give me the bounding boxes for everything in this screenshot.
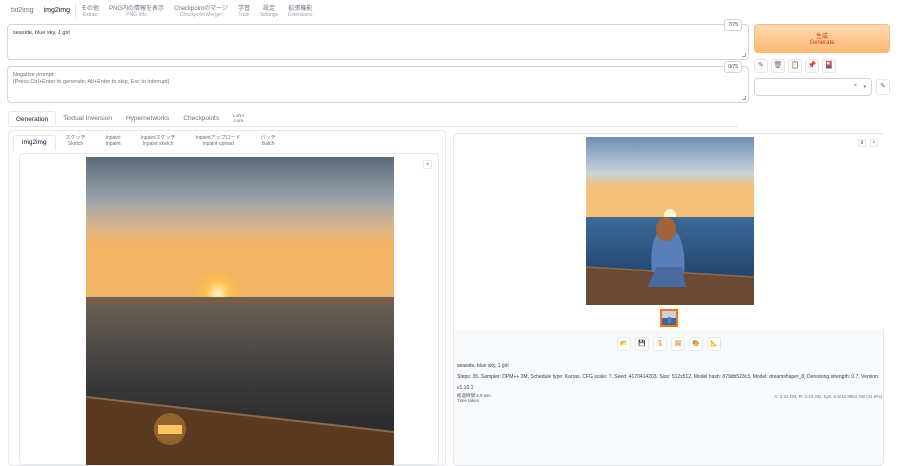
- negative-prompt-field[interactable]: Negative prompt (Press Ctrl+Enter to gen…: [7, 61, 749, 103]
- tab-extensions-en: Extensions: [288, 12, 313, 18]
- download-icon[interactable]: ⬇: [858, 139, 866, 147]
- tab-extras[interactable]: その他 Extras: [76, 0, 104, 18]
- tab-train-en: Train: [238, 12, 250, 18]
- tab-batch-en: Batch: [261, 140, 275, 147]
- save-icon[interactable]: 💾: [635, 337, 649, 351]
- paint-brush-icon[interactable]: ✎: [754, 59, 768, 73]
- image-upload-canvas[interactable]: ×: [19, 153, 439, 465]
- send-to-extras-icon[interactable]: 📐: [707, 337, 721, 351]
- pin-icon[interactable]: 📌: [805, 59, 819, 73]
- prompt-field[interactable]: seaside, blue sky, 1 girl 7/75: [7, 19, 749, 60]
- tab-checkpoints[interactable]: Checkpoints: [176, 111, 226, 126]
- generation-info: seaside, blue sky, 1 girl Steps: 35, Sam…: [457, 361, 882, 394]
- tab-settings[interactable]: 設定 Settings: [255, 0, 283, 18]
- tab-img2img-label: img2img: [43, 7, 71, 14]
- top-nav: txt2img img2img その他 Extras PNG内の情報を表示 PNG …: [0, 0, 900, 22]
- memory-usage: A: 3.31 GB, R: 3.23 GB, Sys: 6.6/15.9961…: [774, 394, 882, 399]
- resize-handle[interactable]: [742, 96, 746, 100]
- source-image: [86, 157, 394, 465]
- tab-settings-en: Settings: [259, 12, 279, 18]
- tab-png-info-en: PNG Info: [126, 12, 147, 18]
- tab-sketch-en: Sketch: [67, 140, 84, 147]
- prompt-text: seaside, blue sky, 1 girl: [13, 30, 70, 36]
- apply-style-button[interactable]: ✎: [876, 79, 890, 95]
- result-image[interactable]: [586, 137, 754, 305]
- styles-dropdown[interactable]: × ▾: [754, 78, 872, 96]
- tab-checkpoint-merger-en: Checkpoint Merger: [179, 12, 223, 18]
- send-to-img2img-icon[interactable]: 🖼: [671, 337, 685, 351]
- tab-inpaint-upload-en: Inpaint upload: [202, 140, 234, 147]
- chevron-down-icon[interactable]: ▾: [863, 84, 866, 90]
- close-icon[interactable]: ×: [870, 139, 878, 147]
- extra-networks-icon[interactable]: 🎴: [822, 59, 836, 73]
- open-folder-icon[interactable]: 📂: [617, 337, 631, 351]
- tab-checkpoint-merger[interactable]: Checkpointのマージ Checkpoint Merger: [169, 0, 233, 18]
- clear-icon[interactable]: ×: [853, 83, 857, 89]
- img2img-mode-tabs: img2img スケッチ Sketch Inpaint Inpaint Inpain…: [13, 135, 286, 151]
- tab-train[interactable]: 学習 Train: [233, 0, 255, 18]
- send-to-inpaint-icon[interactable]: 🎨: [689, 337, 703, 351]
- tab-txt2img-label: txt2img: [11, 7, 34, 14]
- info-parameters: Steps: 35, Sampler: DPM++ 2M, Schedule t…: [457, 374, 880, 391]
- negative-prompt-token-counter: 0/75: [724, 61, 742, 73]
- zip-icon[interactable]: 🗜: [653, 337, 667, 351]
- prompt-token-counter: 7/75: [724, 19, 742, 31]
- tab-inpaint[interactable]: Inpaint Inpaint: [96, 135, 131, 151]
- tab-extensions[interactable]: 拡張機能 Extensions: [283, 0, 317, 18]
- tab-batch[interactable]: バッチ Batch: [251, 135, 286, 151]
- tab-png-info[interactable]: PNG内の情報を表示 PNG Info: [104, 0, 169, 18]
- tab-extras-en: Extras: [82, 12, 98, 18]
- tab-img2img[interactable]: img2img: [39, 0, 75, 14]
- tool-buttons: ✎ 🗑 📋 📌 🎴: [754, 59, 836, 73]
- resize-handle[interactable]: [742, 53, 746, 57]
- tab-img2img-mode-label: img2img: [22, 139, 47, 146]
- output-panel: ⬇ × 📂 💾 🗜 🖼 🎨 📐 seaside, blue sky, 1 gir…: [453, 133, 884, 466]
- trash-icon[interactable]: 🗑: [771, 59, 785, 73]
- tab-inpaint-sketch[interactable]: Inpaintスケッチ Inpaint sketch: [131, 135, 186, 151]
- negative-prompt-placeholder: Negative prompt (Press Ctrl+Enter to gen…: [13, 72, 170, 85]
- img2img-input-panel: img2img スケッチ Sketch Inpaint Inpaint Inpain…: [8, 130, 446, 466]
- output-gallery: ⬇ ×: [455, 135, 884, 329]
- tab-txt2img[interactable]: txt2img: [6, 0, 39, 14]
- info-prompt: seaside, blue sky, 1 girl: [457, 363, 509, 369]
- close-icon[interactable]: ×: [423, 160, 432, 169]
- timing-info: 経過時間 2.9 sec. Time taken A: 3.31 GB, R: …: [457, 393, 882, 403]
- tab-img2img-mode[interactable]: img2img: [13, 135, 56, 151]
- tab-inpaint-upload[interactable]: Inpaintアップロード Inpaint upload: [186, 135, 251, 151]
- generate-label-en: Generate: [809, 40, 835, 46]
- output-actions: 📂 💾 🗜 🖼 🎨 📐: [617, 337, 721, 351]
- tab-inpaint-en: Inpaint: [105, 140, 121, 147]
- gallery-thumbnail[interactable]: [660, 309, 678, 327]
- tab-hypernetworks[interactable]: Hypernetworks: [119, 111, 176, 126]
- extra-networks-tabs: Generation Textual Inversion Hypernetwor…: [8, 111, 738, 127]
- generate-button[interactable]: 生成 Generate: [754, 24, 890, 53]
- tab-inpaint-sketch-en: Inpaint sketch: [142, 140, 174, 147]
- clipboard-icon[interactable]: 📋: [788, 59, 802, 73]
- tab-textual-inversion[interactable]: Textual Inversion: [56, 111, 119, 126]
- tab-generation[interactable]: Generation: [8, 111, 57, 126]
- tab-lora[interactable]: LoRA Lora: [226, 111, 251, 126]
- tab-sketch[interactable]: スケッチ Sketch: [56, 135, 96, 151]
